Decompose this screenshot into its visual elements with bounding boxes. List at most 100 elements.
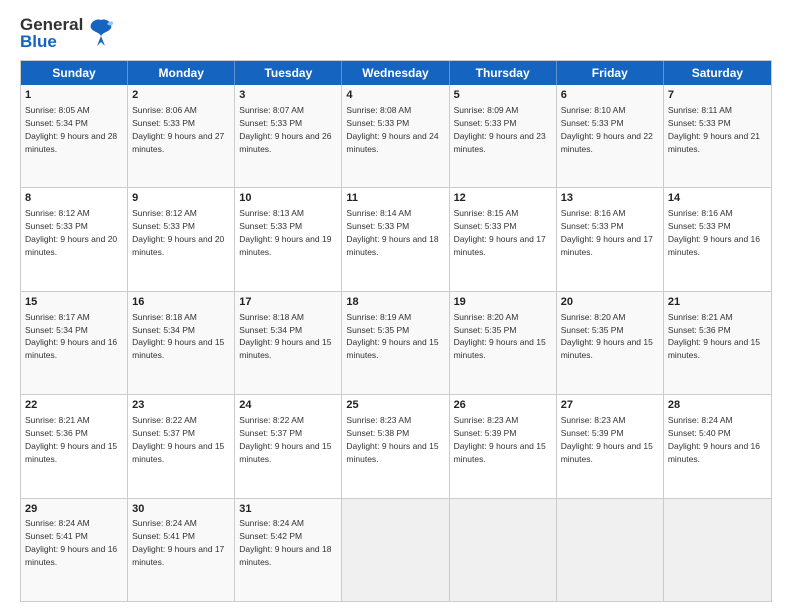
- cell-info: Sunrise: 8:12 AMSunset: 5:33 PMDaylight:…: [25, 208, 117, 257]
- cal-cell: [557, 499, 664, 601]
- header-thursday: Thursday: [450, 61, 557, 85]
- cal-cell: 25 Sunrise: 8:23 AMSunset: 5:38 PMDayligh…: [342, 395, 449, 497]
- cell-info: Sunrise: 8:21 AMSunset: 5:36 PMDaylight:…: [25, 415, 117, 464]
- header-saturday: Saturday: [664, 61, 771, 85]
- day-number: 5: [454, 88, 552, 103]
- header: General Blue: [20, 16, 772, 50]
- cell-info: Sunrise: 8:13 AMSunset: 5:33 PMDaylight:…: [239, 208, 331, 257]
- day-number: 25: [346, 398, 444, 413]
- page: General Blue Sunday Monday Tuesday Wedne…: [0, 0, 792, 612]
- week-row-4: 22 Sunrise: 8:21 AMSunset: 5:36 PMDayligh…: [21, 395, 771, 498]
- cal-cell: 31Sunrise: 8:24 AMSunset: 5:42 PMDayligh…: [235, 499, 342, 601]
- logo: General Blue: [20, 16, 115, 50]
- cal-cell: 27Sunrise: 8:23 AMSunset: 5:39 PMDayligh…: [557, 395, 664, 497]
- cal-cell: 4 Sunrise: 8:08 AMSunset: 5:33 PMDaylight…: [342, 85, 449, 187]
- calendar-header: Sunday Monday Tuesday Wednesday Thursday…: [21, 61, 771, 85]
- cal-cell: 13Sunrise: 8:16 AMSunset: 5:33 PMDayligh…: [557, 188, 664, 290]
- day-number: 3: [239, 88, 337, 103]
- day-number: 4: [346, 88, 444, 103]
- cell-info: Sunrise: 8:18 AMSunset: 5:34 PMDaylight:…: [132, 312, 224, 361]
- cal-cell: 22 Sunrise: 8:21 AMSunset: 5:36 PMDayligh…: [21, 395, 128, 497]
- cal-cell: 3Sunrise: 8:07 AMSunset: 5:33 PMDaylight…: [235, 85, 342, 187]
- cal-cell: 17Sunrise: 8:18 AMSunset: 5:34 PMDayligh…: [235, 292, 342, 394]
- cal-cell: [450, 499, 557, 601]
- cal-cell: 20 Sunrise: 8:20 AMSunset: 5:35 PMDayligh…: [557, 292, 664, 394]
- day-number: 2: [132, 88, 230, 103]
- cell-info: Sunrise: 8:21 AMSunset: 5:36 PMDaylight:…: [668, 312, 760, 361]
- cell-info: Sunrise: 8:11 AMSunset: 5:33 PMDaylight:…: [668, 105, 760, 154]
- cal-cell: 29Sunrise: 8:24 AMSunset: 5:41 PMDayligh…: [21, 499, 128, 601]
- week-row-2: 8Sunrise: 8:12 AMSunset: 5:33 PMDaylight…: [21, 188, 771, 291]
- logo-general: General: [20, 16, 83, 33]
- cell-info: Sunrise: 8:19 AMSunset: 5:35 PMDaylight:…: [346, 312, 438, 361]
- cal-cell: 23Sunrise: 8:22 AMSunset: 5:37 PMDayligh…: [128, 395, 235, 497]
- day-number: 9: [132, 191, 230, 206]
- cal-cell: 28 Sunrise: 8:24 AMSunset: 5:40 PMDayligh…: [664, 395, 771, 497]
- day-number: 31: [239, 502, 337, 517]
- cal-cell: 16 Sunrise: 8:18 AMSunset: 5:34 PMDayligh…: [128, 292, 235, 394]
- day-number: 10: [239, 191, 337, 206]
- cal-cell: 24 Sunrise: 8:22 AMSunset: 5:37 PMDayligh…: [235, 395, 342, 497]
- cal-cell: 6Sunrise: 8:10 AMSunset: 5:33 PMDaylight…: [557, 85, 664, 187]
- calendar-body: 1 Sunrise: 8:05 AMSunset: 5:34 PMDaylight…: [21, 85, 771, 601]
- day-number: 19: [454, 295, 552, 310]
- logo-blue: Blue: [20, 33, 83, 50]
- week-row-3: 15 Sunrise: 8:17 AMSunset: 5:34 PMDayligh…: [21, 292, 771, 395]
- day-number: 15: [25, 295, 123, 310]
- day-number: 24: [239, 398, 337, 413]
- cell-info: Sunrise: 8:06 AMSunset: 5:33 PMDaylight:…: [132, 105, 224, 154]
- cell-info: Sunrise: 8:16 AMSunset: 5:33 PMDaylight:…: [668, 208, 760, 257]
- day-number: 20: [561, 295, 659, 310]
- week-row-1: 1 Sunrise: 8:05 AMSunset: 5:34 PMDaylight…: [21, 85, 771, 188]
- day-number: 22: [25, 398, 123, 413]
- header-friday: Friday: [557, 61, 664, 85]
- cal-cell: 9 Sunrise: 8:12 AMSunset: 5:33 PMDaylight…: [128, 188, 235, 290]
- day-number: 1: [25, 88, 123, 103]
- day-number: 12: [454, 191, 552, 206]
- cal-cell: [664, 499, 771, 601]
- header-monday: Monday: [128, 61, 235, 85]
- cell-info: Sunrise: 8:05 AMSunset: 5:34 PMDaylight:…: [25, 105, 117, 154]
- cell-info: Sunrise: 8:20 AMSunset: 5:35 PMDaylight:…: [454, 312, 546, 361]
- cell-info: Sunrise: 8:24 AMSunset: 5:40 PMDaylight:…: [668, 415, 760, 464]
- cell-info: Sunrise: 8:23 AMSunset: 5:39 PMDaylight:…: [454, 415, 546, 464]
- header-wednesday: Wednesday: [342, 61, 449, 85]
- day-number: 16: [132, 295, 230, 310]
- day-number: 18: [346, 295, 444, 310]
- cell-info: Sunrise: 8:12 AMSunset: 5:33 PMDaylight:…: [132, 208, 224, 257]
- cell-info: Sunrise: 8:16 AMSunset: 5:33 PMDaylight:…: [561, 208, 653, 257]
- cal-cell: 21Sunrise: 8:21 AMSunset: 5:36 PMDayligh…: [664, 292, 771, 394]
- cell-info: Sunrise: 8:24 AMSunset: 5:42 PMDaylight:…: [239, 518, 331, 567]
- cell-info: Sunrise: 8:08 AMSunset: 5:33 PMDaylight:…: [346, 105, 438, 154]
- cal-cell: 1 Sunrise: 8:05 AMSunset: 5:34 PMDaylight…: [21, 85, 128, 187]
- header-sunday: Sunday: [21, 61, 128, 85]
- cell-info: Sunrise: 8:22 AMSunset: 5:37 PMDaylight:…: [132, 415, 224, 464]
- logo-bird-icon: [87, 18, 115, 50]
- cal-cell: 10 Sunrise: 8:13 AMSunset: 5:33 PMDayligh…: [235, 188, 342, 290]
- cal-cell: 8Sunrise: 8:12 AMSunset: 5:33 PMDaylight…: [21, 188, 128, 290]
- day-number: 30: [132, 502, 230, 517]
- cell-info: Sunrise: 8:20 AMSunset: 5:35 PMDaylight:…: [561, 312, 653, 361]
- cal-cell: 11 Sunrise: 8:14 AMSunset: 5:33 PMDayligh…: [342, 188, 449, 290]
- cell-info: Sunrise: 8:23 AMSunset: 5:38 PMDaylight:…: [346, 415, 438, 464]
- week-row-5: 29 Sunrise: 8:24 AMSunset: 5:41 PMDayligh…: [21, 499, 771, 601]
- cal-cell: 30Sunrise: 8:24 AMSunset: 5:41 PMDayligh…: [128, 499, 235, 601]
- day-number: 14: [668, 191, 767, 206]
- day-number: 7: [668, 88, 767, 103]
- day-number: 17: [239, 295, 337, 310]
- day-number: 11: [346, 191, 444, 206]
- cal-cell: 12Sunrise: 8:15 AMSunset: 5:33 PMDayligh…: [450, 188, 557, 290]
- cell-info: Sunrise: 8:23 AMSunset: 5:39 PMDaylight:…: [561, 415, 653, 464]
- cal-cell: 19 Sunrise: 8:20 AMSunset: 5:35 PMDayligh…: [450, 292, 557, 394]
- header-tuesday: Tuesday: [235, 61, 342, 85]
- day-number: 6: [561, 88, 659, 103]
- cell-info: Sunrise: 8:17 AMSunset: 5:34 PMDaylight:…: [25, 312, 117, 361]
- cell-info: Sunrise: 8:22 AMSunset: 5:37 PMDaylight:…: [239, 415, 331, 464]
- cal-cell: [342, 499, 449, 601]
- day-number: 29: [25, 502, 123, 517]
- cal-cell: 26Sunrise: 8:23 AMSunset: 5:39 PMDayligh…: [450, 395, 557, 497]
- cell-info: Sunrise: 8:14 AMSunset: 5:33 PMDaylight:…: [346, 208, 438, 257]
- day-number: 28: [668, 398, 767, 413]
- cell-info: Sunrise: 8:09 AMSunset: 5:33 PMDaylight:…: [454, 105, 546, 154]
- cell-info: Sunrise: 8:24 AMSunset: 5:41 PMDaylight:…: [132, 518, 224, 567]
